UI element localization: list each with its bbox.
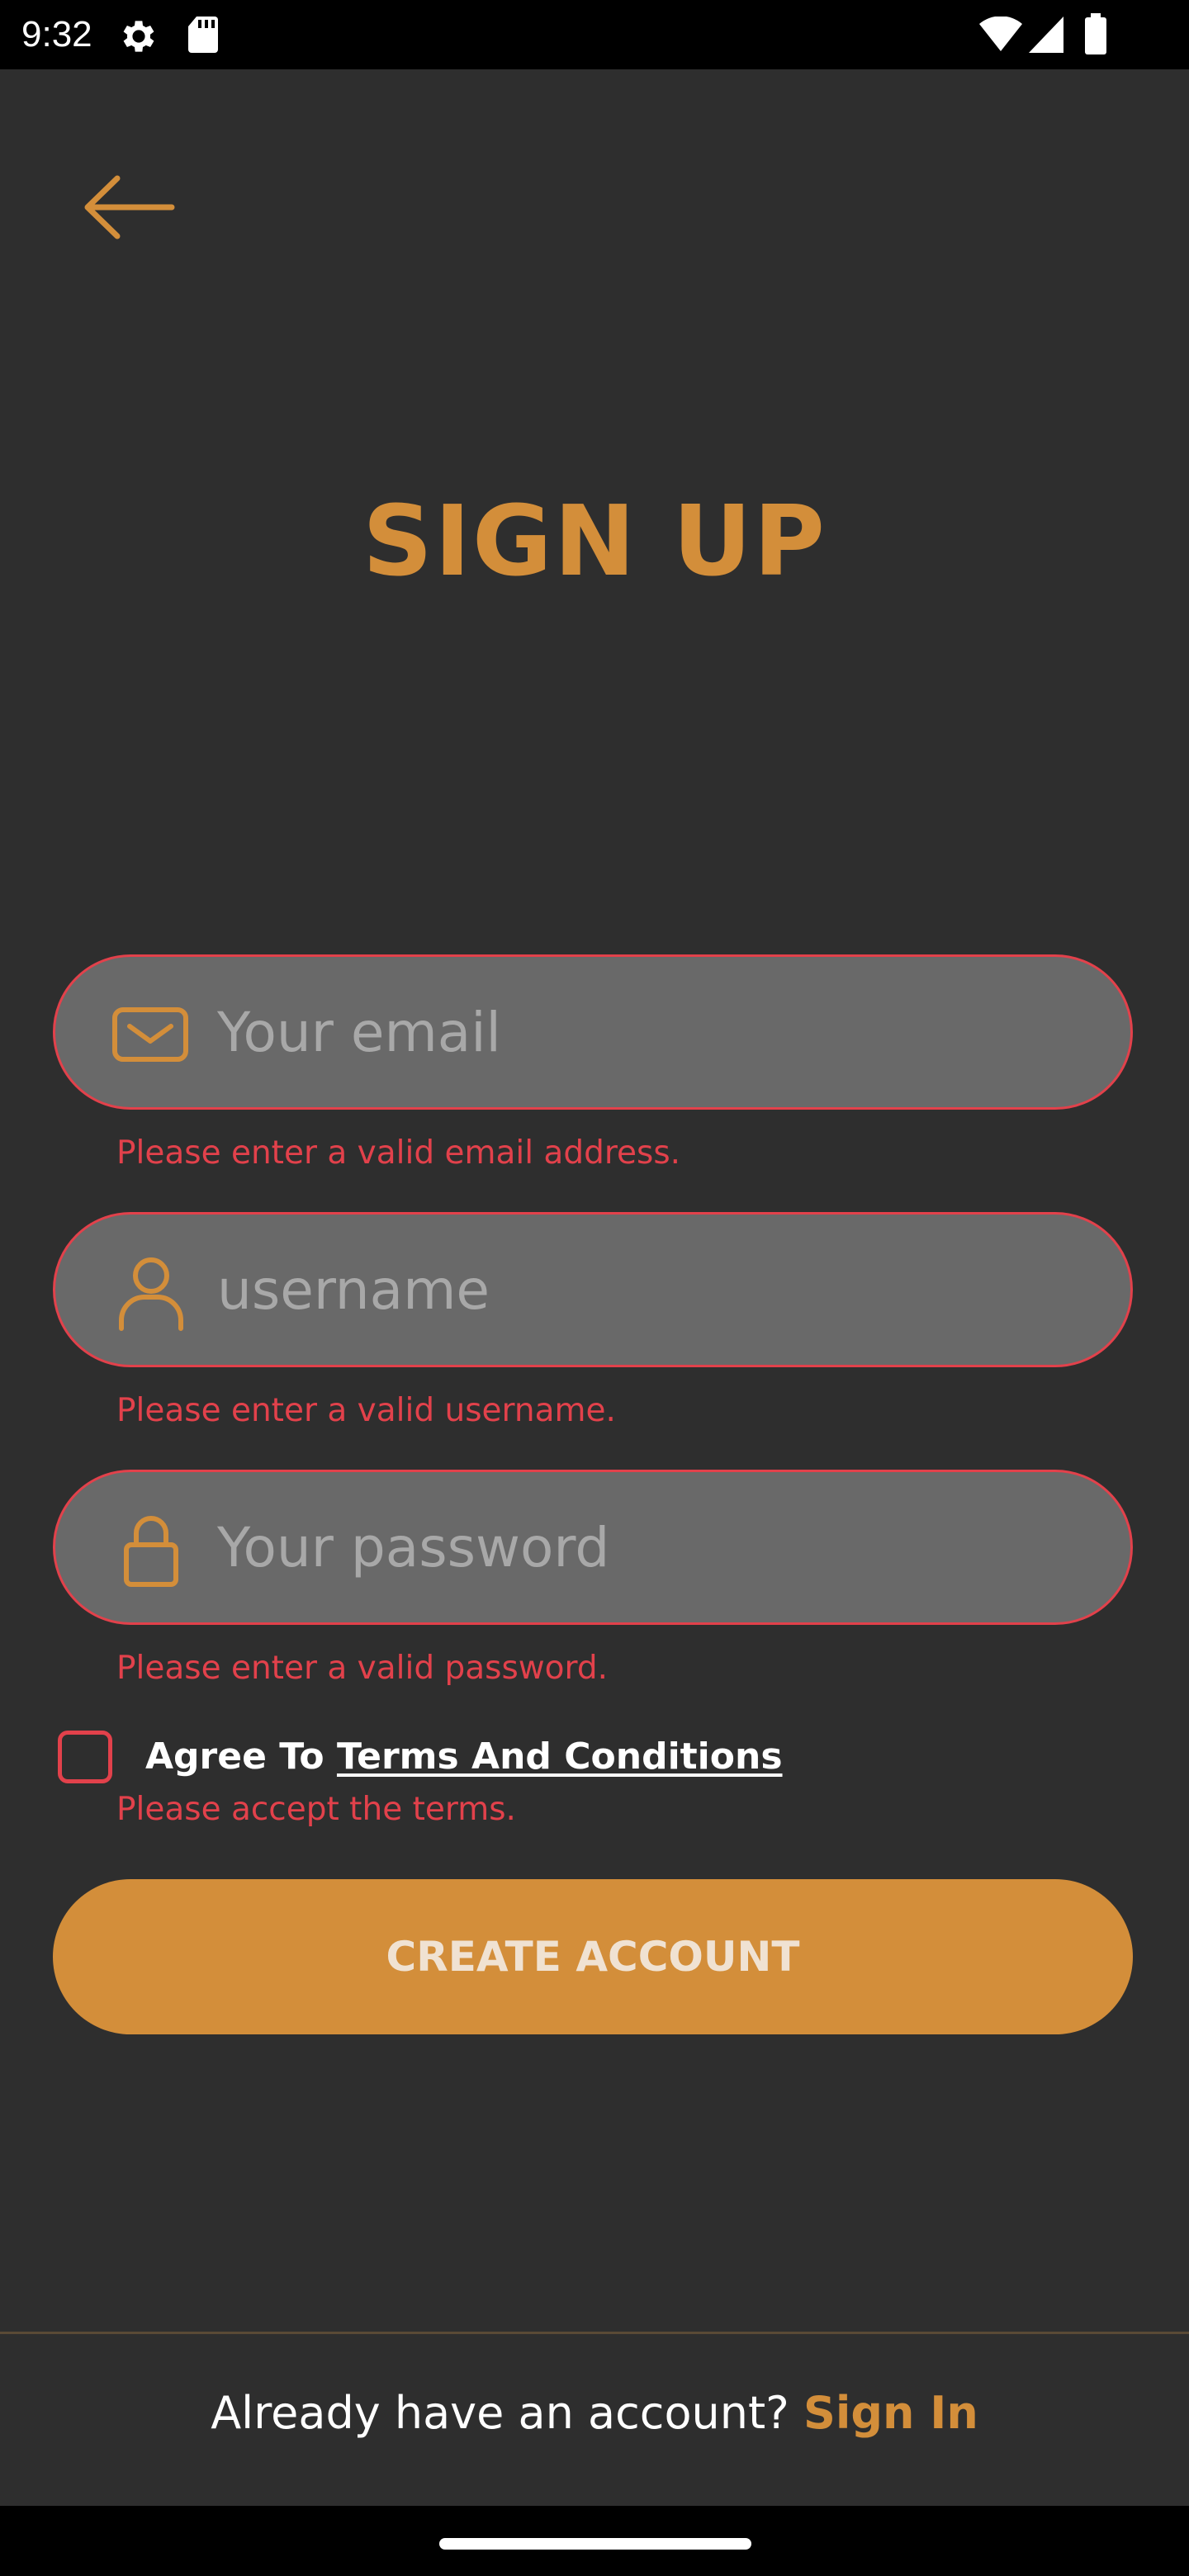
settings-icon (123, 21, 154, 52)
mail-icon (112, 1007, 188, 1062)
sign-in-link[interactable]: Sign In (803, 2387, 978, 2439)
sign-in-prompt-text: Already have an account? (211, 2387, 803, 2439)
username-placeholder: username (217, 1258, 490, 1322)
signal-icon (1029, 17, 1063, 53)
status-time: 9:32 (21, 14, 92, 54)
username-error: Please enter a valid username. (116, 1392, 616, 1429)
terms-label: Agree To Terms And Conditions (145, 1734, 783, 1780)
terms-error: Please accept the terms. (116, 1791, 516, 1828)
page-title: SIGN UP (362, 484, 827, 598)
terms-prefix: Agree To (145, 1735, 337, 1778)
sign-in-prompt: Already have an account? Sign In (0, 2386, 1189, 2441)
password-error: Please enter a valid password. (116, 1650, 609, 1687)
password-field[interactable]: Your password (53, 1470, 1133, 1625)
home-gesture-handle[interactable] (439, 2538, 751, 2550)
create-account-button[interactable]: CREATE ACCOUNT (53, 1879, 1133, 2034)
password-placeholder: Your password (217, 1516, 610, 1579)
email-placeholder: Your email (217, 1001, 501, 1064)
terms-link[interactable]: Terms And Conditions (337, 1735, 783, 1778)
wifi-icon (979, 17, 1022, 51)
user-icon (119, 1257, 183, 1331)
email-field[interactable]: Your email (53, 954, 1133, 1110)
arrow-left-icon (84, 175, 175, 239)
back-button[interactable] (74, 165, 182, 248)
lock-icon (124, 1516, 178, 1587)
status-bar: 9:32 (0, 0, 1189, 69)
email-error: Please enter a valid email address. (116, 1134, 681, 1172)
username-field[interactable]: username (53, 1212, 1133, 1367)
battery-icon (1085, 13, 1106, 54)
sign-up-screen: 9:32 SIGN UP Your email Please enter a v… (0, 0, 1189, 2576)
sd-card-icon (188, 17, 218, 53)
terms-checkbox[interactable] (58, 1731, 112, 1783)
